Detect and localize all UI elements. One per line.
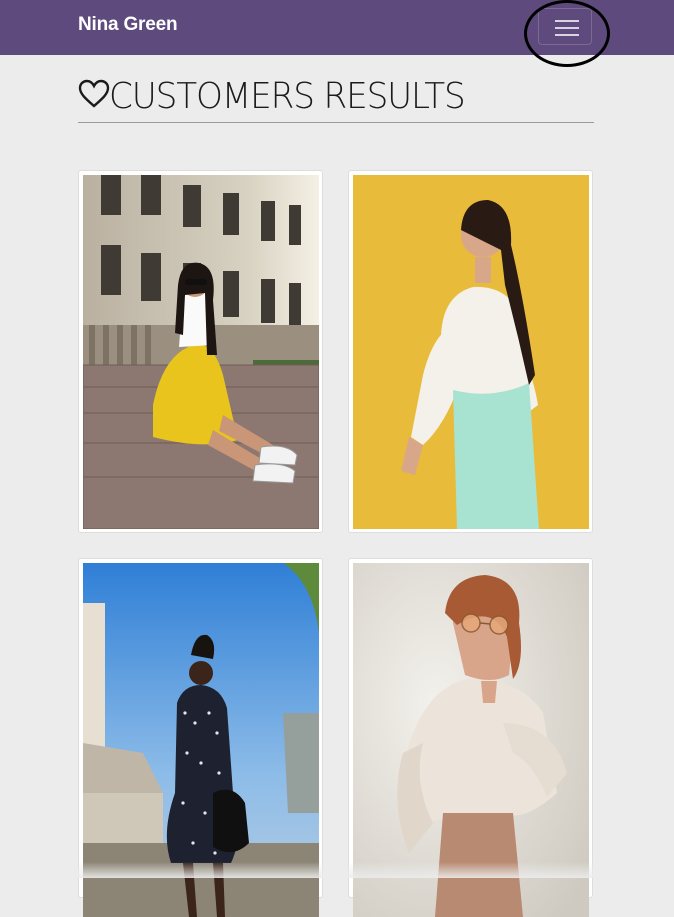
gallery-card[interactable] <box>78 558 323 917</box>
gallery-card[interactable] <box>348 170 593 533</box>
highlight-circle-annotation <box>524 0 610 67</box>
brand-name[interactable]: Nina Green <box>78 14 178 36</box>
heart-outline-icon <box>78 79 110 108</box>
customer-photo <box>83 175 319 529</box>
customer-photo <box>353 175 589 529</box>
page-title-text: CUSTOMERS RESULTS <box>109 76 466 117</box>
page-title: CUSTOMERS RESULTS <box>78 76 594 123</box>
gallery-card[interactable] <box>348 558 593 917</box>
bottom-fade <box>0 862 674 878</box>
gallery-card[interactable] <box>78 170 323 533</box>
top-navbar: Nina Green <box>0 0 674 67</box>
